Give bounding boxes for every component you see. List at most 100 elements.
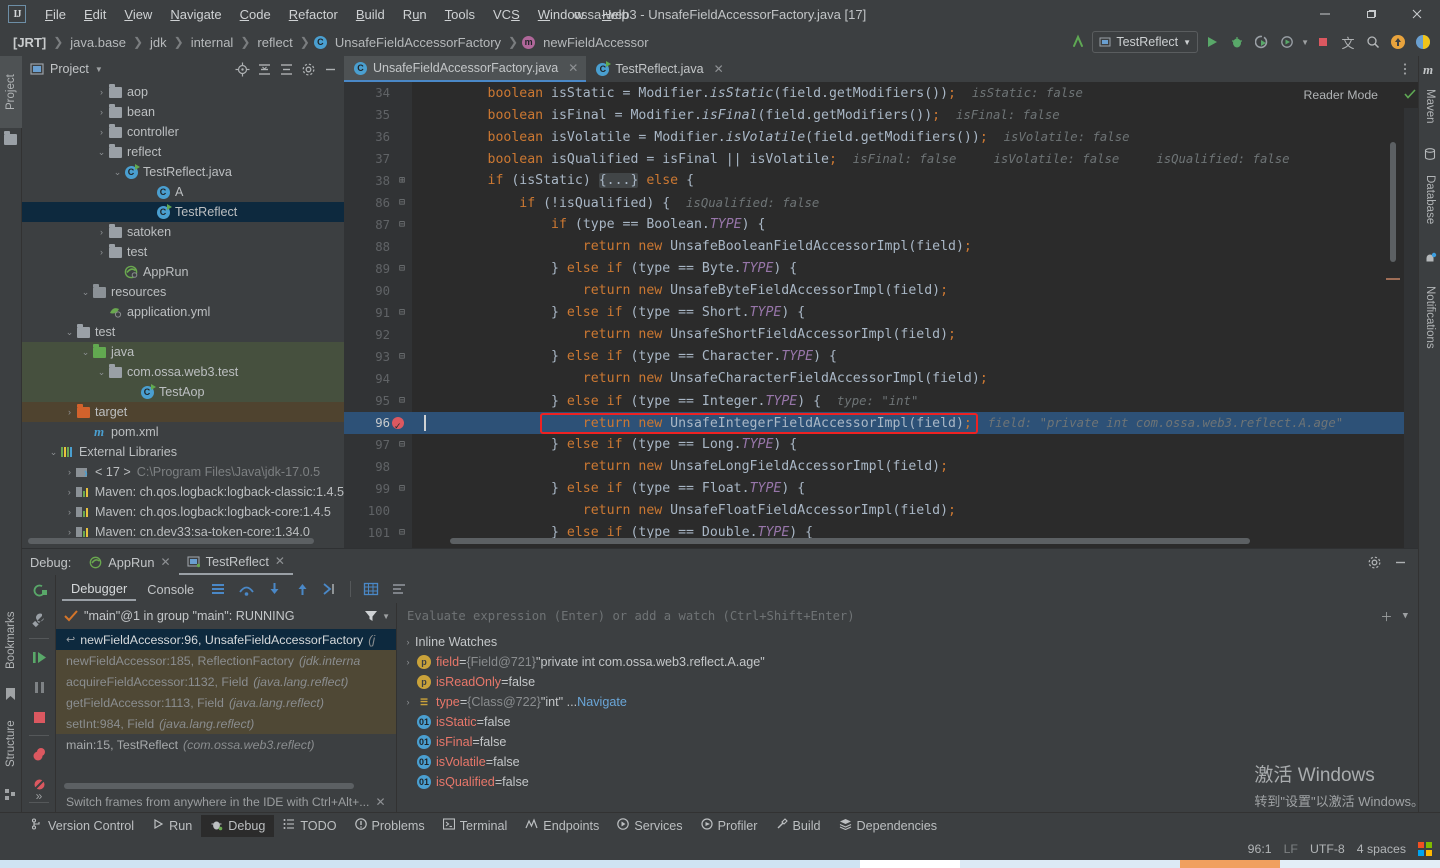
debug-tab-testreflect[interactable]: TestReflect ✕ [178, 549, 293, 575]
menu-window[interactable]: Window [529, 4, 593, 25]
debug-tab-apprun[interactable]: AppRun ✕ [81, 549, 178, 575]
file-encoding[interactable]: UTF-8 [1310, 842, 1345, 856]
editor-horizontal-scrollbar[interactable] [450, 538, 1250, 544]
sidebar-item-bookmarks[interactable]: Bookmarks [0, 596, 22, 684]
code-line[interactable]: 91 ⊟ } else if (type == Short.TYPE) { [344, 302, 1418, 324]
expand-arrow-icon[interactable]: › [64, 467, 75, 477]
tree-node[interactable]: ⌄ com.ossa.web3.test [22, 362, 344, 382]
fold-toggle-icon[interactable]: ⊟ [396, 434, 408, 456]
tree-node[interactable]: › bean [22, 102, 344, 122]
resume-program-icon[interactable] [22, 642, 56, 672]
expand-arrow-icon[interactable]: › [96, 227, 107, 237]
bottom-bar-item-problems[interactable]: Problems [346, 815, 434, 836]
expand-arrow-icon[interactable]: ⌄ [96, 367, 107, 378]
line-number[interactable]: 94 [344, 368, 390, 390]
step-into-icon[interactable] [261, 577, 287, 601]
code-line[interactable]: 97 ⊟ } else if (type == Long.TYPE) { [344, 434, 1418, 456]
settings-wrench-icon[interactable] [22, 605, 56, 635]
project-horizontal-scrollbar[interactable] [28, 538, 314, 544]
bottom-bar-item-debug[interactable]: Debug [201, 814, 275, 837]
expand-arrow-icon[interactable]: ⌄ [96, 147, 107, 158]
inspection-ok-icon[interactable] [1404, 88, 1416, 103]
line-number[interactable]: 89 [344, 258, 390, 280]
update-icon[interactable] [1387, 31, 1409, 53]
breakpoint-icon[interactable] [392, 415, 404, 437]
expand-arrow-icon[interactable]: ⌄ [80, 347, 91, 358]
run-with-coverage-icon[interactable] [1251, 31, 1273, 53]
caret-position[interactable]: 96:1 [1248, 842, 1272, 856]
view-breakpoints-icon[interactable] [22, 739, 56, 769]
breadcrumb-class[interactable]: UnsafeFieldAccessorFactory [332, 34, 504, 51]
tab-debugger[interactable]: Debugger [62, 578, 137, 601]
code-line[interactable]: 37 boolean isQualified = isFinal || isVo… [344, 148, 1418, 170]
back-arrow-icon[interactable] [1067, 31, 1089, 53]
sidebar-item-structure[interactable]: Structure [0, 704, 22, 784]
breadcrumb-jdk[interactable]: jdk [147, 34, 170, 51]
chevron-down-icon[interactable]: ▼ [1301, 38, 1309, 47]
variable-row[interactable]: › ☰ type = {Class@722} "int" ... Navigate [397, 692, 1419, 712]
code-line[interactable]: 94 return new UnsafeCharacterFieldAccess… [344, 368, 1418, 390]
fold-toggle-icon[interactable]: ⊞ [396, 170, 408, 192]
close-icon[interactable]: ✕ [375, 795, 385, 809]
code-line[interactable]: 86 ⊟ if (!isQualified) { isQualified: fal… [344, 192, 1418, 214]
editor-vertical-scrollbar[interactable] [1390, 142, 1396, 262]
bottom-bar-item-version-control[interactable]: Version Control [22, 815, 143, 836]
chevron-down-icon[interactable]: ▼ [1403, 611, 1408, 621]
fold-toggle-icon[interactable]: ⊟ [396, 192, 408, 214]
show-execution-point-icon[interactable] [205, 577, 231, 601]
hide-panel-icon[interactable] [320, 59, 340, 79]
run-to-cursor-icon[interactable] [317, 577, 343, 601]
bottom-bar-item-services[interactable]: Services [608, 815, 691, 836]
breadcrumb-javabase[interactable]: java.base [67, 34, 129, 51]
tree-node[interactable]: ⌄ test [22, 322, 344, 342]
locate-file-icon[interactable] [232, 59, 252, 79]
rerun-icon[interactable] [22, 575, 56, 605]
project-title-group[interactable]: Project ▼ [30, 62, 103, 76]
expand-arrow-icon[interactable]: › [64, 487, 75, 497]
code-line[interactable]: 99 ⊟ } else if (type == Float.TYPE) { [344, 478, 1418, 500]
add-watch-icon[interactable]: ＋ [1380, 607, 1392, 625]
code-line-current[interactable]: 96 return new UnsafeIntegerFieldAccessor… [344, 412, 1418, 437]
bottom-bar-item-dependencies[interactable]: Dependencies [830, 815, 947, 836]
step-out-icon[interactable] [289, 577, 315, 601]
sidebar-item-maven[interactable]: Maven [1419, 78, 1440, 134]
variable-row[interactable]: 01 isQualified = false [397, 772, 1419, 792]
breadcrumb-internal[interactable]: internal [188, 34, 237, 51]
line-number[interactable]: 95 [344, 390, 390, 412]
sidebar-item-notifications[interactable]: Notifications [1419, 268, 1440, 366]
code-editor[interactable]: 34 boolean isStatic = Modifier.isStatic(… [344, 82, 1418, 548]
stop-icon[interactable] [1312, 31, 1334, 53]
step-over-icon[interactable] [233, 577, 259, 601]
expand-arrow-icon[interactable]: › [401, 637, 415, 647]
line-number[interactable]: 34 [344, 82, 390, 104]
expand-arrow-icon[interactable]: › [96, 247, 107, 257]
close-icon[interactable]: ✕ [714, 62, 724, 76]
frames-list[interactable]: ↩ newFieldAccessor:96, UnsafeFieldAccesso… [56, 629, 396, 755]
code-line[interactable]: 34 boolean isStatic = Modifier.isStatic(… [344, 82, 1418, 104]
menu-refactor[interactable]: Refactor [280, 4, 347, 25]
reader-mode-label[interactable]: Reader Mode [1303, 88, 1378, 102]
line-number[interactable]: 98 [344, 456, 390, 478]
menu-run[interactable]: Run [394, 4, 436, 25]
evaluate-expression-icon[interactable] [358, 577, 384, 601]
code-line[interactable]: 87 ⊟ if (type == Boolean.TYPE) { [344, 214, 1418, 236]
code-line[interactable]: 89 ⊟ } else if (type == Byte.TYPE) { [344, 258, 1418, 280]
expand-arrow-icon[interactable]: › [96, 107, 107, 117]
code-line[interactable]: 90 return new UnsafeByteFieldAccessorImp… [344, 280, 1418, 302]
line-number[interactable]: 92 [344, 324, 390, 346]
indent-setting[interactable]: 4 spaces [1357, 842, 1406, 856]
breadcrumb-method[interactable]: newFieldAccessor [540, 34, 652, 51]
tree-node[interactable]: CA [22, 182, 344, 202]
search-icon[interactable] [1362, 31, 1384, 53]
tree-node[interactable]: › Maven: ch.qos.logback:logback-core:1.4.… [22, 502, 344, 522]
line-number[interactable]: 88 [344, 236, 390, 258]
tree-node[interactable]: C TestReflect [22, 202, 344, 222]
bottom-bar-item-endpoints[interactable]: Endpoints [516, 815, 608, 836]
expand-arrow-icon[interactable]: › [96, 87, 107, 97]
tree-node[interactable]: › target [22, 402, 344, 422]
fold-toggle-icon[interactable]: ⊟ [396, 478, 408, 500]
run-configuration-selector[interactable]: TestReflect ▼ [1092, 31, 1199, 53]
menu-build[interactable]: Build [347, 4, 394, 25]
bottom-bar-item-profiler[interactable]: Profiler [692, 815, 767, 836]
menu-code[interactable]: Code [231, 4, 280, 25]
